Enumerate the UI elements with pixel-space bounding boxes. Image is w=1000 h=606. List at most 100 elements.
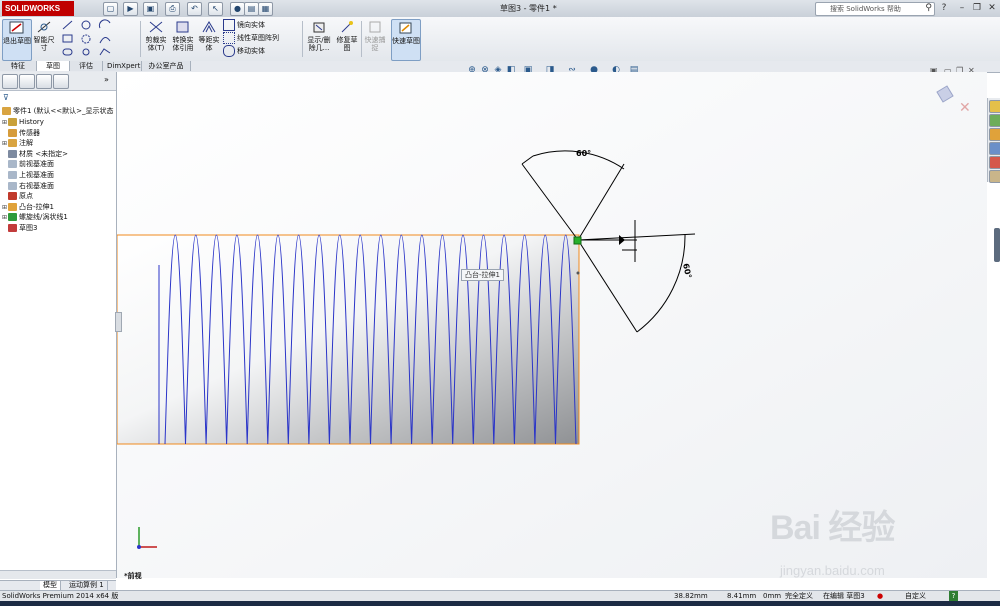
- file-explorer-icon[interactable]: [989, 128, 1000, 141]
- solidworks-resources-icon[interactable]: [989, 100, 1000, 113]
- tree-item[interactable]: 材质 <未指定>: [2, 149, 68, 159]
- rapid-sketch-button[interactable]: 快速草图: [391, 19, 421, 61]
- dimension-angle-top[interactable]: 60°: [576, 149, 591, 158]
- tree-item[interactable]: ⊞ History: [2, 117, 44, 127]
- tab-office-products[interactable]: 办公室产品: [142, 61, 191, 71]
- trim-entities-label: 剪裁实体(T): [145, 36, 167, 52]
- restore-icon[interactable]: ❐: [971, 3, 983, 14]
- relations-icon: [313, 22, 325, 33]
- print-icon[interactable]: ⎙: [165, 2, 180, 16]
- plane-icon: [8, 160, 17, 169]
- os-taskbar: [0, 601, 1000, 606]
- move-entities-button[interactable]: 移动实体: [223, 45, 265, 57]
- tab-motion-study[interactable]: 运动算例 1: [66, 581, 108, 590]
- tab-sketch[interactable]: 草图: [37, 61, 70, 71]
- tree-item[interactable]: 前视基准面: [2, 159, 54, 169]
- mirror-icon: [223, 19, 235, 31]
- rapid-sketch-label: 快速草图: [392, 37, 420, 45]
- tree-item[interactable]: 右视基准面: [2, 181, 54, 191]
- feature-manager-panel: » ⊽ 零件1 (默认<<默认>_显示状态 ⊞ History 传感器 ⊞ 注解 材质 <…: [0, 72, 117, 579]
- expand-panel-icon[interactable]: »: [104, 75, 109, 84]
- offset-entities-label: 等距实体: [198, 36, 220, 52]
- repair-sketch-label: 修复草图: [336, 36, 358, 52]
- trim-entities-button[interactable]: 剪裁实体(T): [143, 19, 169, 59]
- appearances-icon[interactable]: [989, 156, 1000, 169]
- part-icon: [2, 107, 11, 115]
- view-palette-icon[interactable]: [989, 142, 1000, 155]
- quick-snaps-button[interactable]: 快速捕捉: [363, 19, 387, 59]
- new-document-icon[interactable]: ▢: [103, 2, 118, 16]
- tree-item-label: 原点: [19, 192, 33, 201]
- tree-item-label: 传感器: [19, 128, 40, 137]
- help-search-box[interactable]: 搜索 SolidWorks 帮助 ⚲: [815, 2, 935, 16]
- annotation-icon: [8, 139, 17, 148]
- undo-icon[interactable]: ↶: [187, 2, 202, 16]
- repair-sketch-button[interactable]: 修复草图: [335, 19, 359, 59]
- close-icon[interactable]: ✕: [986, 3, 998, 14]
- smart-dimension-button[interactable]: 智能尺寸: [32, 19, 56, 59]
- tab-evaluate[interactable]: 评估: [70, 61, 103, 71]
- tree-root[interactable]: 零件1 (默认<<默认>_显示状态: [2, 106, 114, 116]
- tree-item[interactable]: 原点: [2, 191, 33, 201]
- tree-item-label: 上视基准面: [19, 171, 54, 179]
- helix-icon: [8, 213, 17, 222]
- filter-icon[interactable]: ⊽: [3, 93, 9, 102]
- panel-collapse-handle[interactable]: [115, 312, 122, 332]
- linear-pattern-icon: [223, 32, 235, 44]
- tab-dimxpert[interactable]: DimXpert: [103, 61, 142, 71]
- tree-item[interactable]: 草图3: [2, 223, 37, 233]
- trim-icon: [149, 21, 163, 33]
- mirror-entities-button[interactable]: 镜向实体: [223, 19, 265, 31]
- sketch-point[interactable]: [576, 271, 580, 275]
- tab-model[interactable]: 模型: [40, 581, 61, 590]
- sketch-entity-grid: [60, 19, 136, 59]
- offset-entities-button[interactable]: 等距实体: [197, 19, 221, 59]
- exit-sketch-button[interactable]: 退出草图: [2, 19, 32, 61]
- help-icon[interactable]: ?: [938, 3, 950, 14]
- move-icon: [223, 45, 235, 57]
- tree-item-label: History: [19, 118, 44, 126]
- tree-item[interactable]: ⊞ 注解: [2, 138, 33, 148]
- feature-tooltip: 凸台-拉伸1: [461, 269, 504, 281]
- tree-item[interactable]: ⊞ 螺旋线/涡状线1: [2, 212, 68, 222]
- task-pane-flyout-handle[interactable]: [994, 228, 1000, 262]
- solidworks-logo[interactable]: SOLIDWORKS: [2, 1, 74, 16]
- design-library-icon[interactable]: [989, 114, 1000, 127]
- tree-item[interactable]: 上视基准面: [2, 170, 54, 180]
- display-delete-relations-button[interactable]: 显示/删除几...: [305, 19, 333, 59]
- sketch-point-selected[interactable]: [573, 236, 582, 245]
- configuration-manager-tab-icon[interactable]: [36, 74, 52, 89]
- tree-item[interactable]: 传感器: [2, 128, 40, 138]
- convert-entities-button[interactable]: 转换实体引用: [170, 19, 196, 59]
- rapid-sketch-icon: [399, 22, 412, 34]
- extrude-icon: [8, 202, 17, 211]
- command-manager: 退出草图 智能尺寸 剪裁实体(T) 转换实体引用 等距实体 镜向实体 线性草图阵…: [0, 17, 1000, 62]
- search-placeholder: 搜索 SolidWorks 帮助: [830, 5, 901, 13]
- tree-item[interactable]: ⊞ 凸台-拉伸1: [2, 202, 54, 212]
- rebuild-icon[interactable]: ●: [230, 2, 245, 16]
- convert-entities-icon: [176, 21, 189, 33]
- save-icon[interactable]: ▣: [143, 2, 158, 16]
- plane-icon: [8, 171, 17, 179]
- select-icon[interactable]: ↖: [208, 2, 223, 16]
- display-manager-tab-icon[interactable]: [53, 74, 69, 89]
- panel-horizontal-scrollbar[interactable]: [0, 570, 116, 579]
- graphics-viewport[interactable]: 60° 60° ✕ Bai 经验 jingyan.baidu.com: [117, 72, 987, 578]
- origin-icon: [8, 192, 17, 201]
- plane-icon: [8, 181, 17, 190]
- tree-item-label: 前视基准面: [19, 160, 54, 169]
- open-document-icon[interactable]: ▶: [123, 2, 138, 16]
- feature-manager-tab-icon[interactable]: [2, 74, 18, 89]
- separator: [140, 21, 141, 57]
- property-manager-tab-icon[interactable]: [19, 74, 35, 89]
- tree-root-label: 零件1 (默认<<默认>_显示状态: [13, 107, 114, 115]
- tab-features[interactable]: 特征: [0, 61, 37, 71]
- file-properties-icon[interactable]: ▤: [244, 2, 259, 16]
- tree-item-label: 凸台-拉伸1: [19, 202, 54, 211]
- tree-item-label: 注解: [19, 139, 33, 148]
- search-icon[interactable]: ⚲: [925, 3, 932, 13]
- minimize-icon[interactable]: –: [956, 3, 968, 14]
- options-icon[interactable]: ▦: [258, 2, 273, 16]
- linear-pattern-button[interactable]: 线性草图阵列: [223, 32, 279, 44]
- custom-properties-icon[interactable]: [989, 170, 1000, 183]
